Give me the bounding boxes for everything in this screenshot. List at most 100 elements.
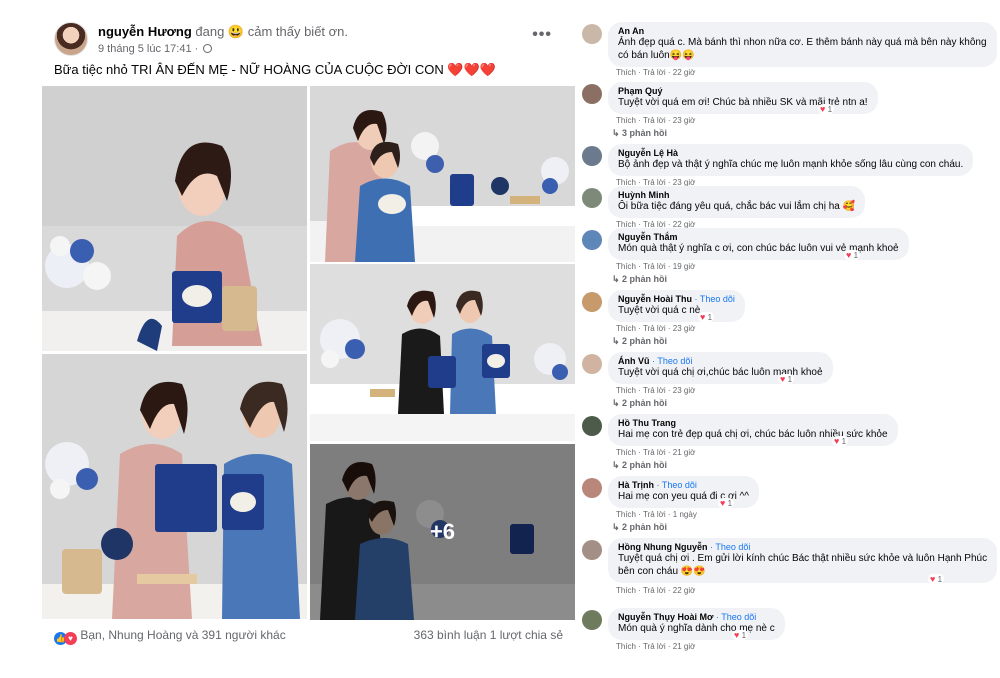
photo-mother-and-daughter-at-table [310, 264, 575, 441]
globe-icon [203, 44, 213, 53]
comment-text-line: Tuyệt quá chị ơi . Em gửi lời kính chúc … [618, 553, 988, 564]
commenter-name[interactable]: Nguyễn Thụy Hoài Mơ · Theo dõi [618, 612, 775, 622]
view-replies-link[interactable]: ↳ 2 phản hồi [612, 274, 667, 285]
post-text: Bữa tiệc nhỏ TRI ÂN ĐẾN MẸ - NỮ HOÀNG CỦ… [54, 62, 496, 78]
more-options-button[interactable]: ••• [532, 26, 552, 44]
comment-actions[interactable]: Thích · Trả lời · 1 ngày [616, 510, 697, 519]
commenter-avatar[interactable] [582, 84, 602, 104]
comment-text-line: Ảnh đẹp quá c. Mà bánh thì nhon nữa cơ. … [618, 37, 987, 48]
love-icon: ♥ [720, 498, 726, 508]
comment-reaction[interactable]: ♥ 1 [832, 436, 849, 446]
comment-reaction[interactable]: ♥ 1 [732, 630, 749, 640]
comment-text-line: Ôi bữa tiệc đáng yêu quá, chắc bác vui l… [618, 201, 856, 212]
photo-woman-standing-with-gift [42, 86, 307, 351]
comment-bubble: An An Ảnh đẹp quá c. Mà bánh thì nhon nữ… [608, 22, 997, 67]
comment-share-stats[interactable]: 363 bình luận 1 lượt chia sẻ [414, 628, 563, 642]
photo-mother-seated-daughter-standing [310, 86, 575, 262]
comment-reaction[interactable]: ♥ 1 [698, 312, 715, 322]
comment-bubble: Nguyễn Hoài Thu · Theo dõi Tuyệt vời quá… [608, 290, 745, 322]
comment-actions[interactable]: Thích · Trả lời · 21 giờ [616, 642, 695, 651]
commenter-avatar[interactable] [582, 478, 602, 498]
comment-actions[interactable]: Thích · Trả lời · 19 giờ [616, 262, 695, 271]
post-photo-1[interactable] [42, 86, 307, 351]
commenter-name[interactable]: Nguyễn Hoài Thu · Theo dõi [618, 294, 735, 304]
love-icon: ♥ [820, 104, 826, 114]
post-photo-4[interactable] [42, 354, 307, 619]
comment-bubble: Hà Trịnh · Theo dõi Hai mẹ con yeu quá đ… [608, 476, 760, 508]
reactions-summary[interactable]: 👍 ♥ Bạn, Nhung Hoàng và 391 người khác [54, 628, 286, 645]
comment-reaction[interactable]: ♥ 1 [778, 374, 795, 384]
commenter-avatar[interactable] [582, 416, 602, 436]
comment-actions[interactable]: Thích · Trả lời · 21 giờ [616, 448, 695, 457]
facebook-post: nguyễn Hương đang 😃 cảm thấy biết ơn. 9 … [42, 14, 575, 654]
commenter-avatar[interactable] [582, 24, 602, 44]
commenter-name[interactable]: Nguyễn Lệ Hà [618, 148, 963, 158]
author-line: nguyễn Hương đang 😃 cảm thấy biết ơn. [98, 24, 348, 40]
commenter-name[interactable]: Phạm Quý [618, 86, 868, 96]
view-replies-link[interactable]: ↳ 2 phản hồi [612, 398, 667, 409]
comment-bubble: Nguyễn Lệ Hà Bộ ảnh đẹp và thật ý nghĩa … [608, 144, 974, 176]
comment-bubble: Nguyễn Thắm Món quà thật ý nghĩa c ơi, c… [608, 228, 909, 260]
commenter-avatar[interactable] [582, 230, 602, 250]
love-icon: ♥ [930, 574, 936, 584]
commenter-name[interactable]: Ánh Vũ · Theo dõi [618, 356, 823, 366]
commenter-name[interactable]: Nguyễn Thắm [618, 232, 899, 242]
commenter-avatar[interactable] [582, 540, 602, 560]
comment-actions[interactable]: Thích · Trả lời · 23 giờ [616, 324, 695, 333]
more-photos-overlay[interactable]: +6 [310, 444, 575, 620]
comment-text-line: Tuyệt vời quá c nè [618, 305, 701, 316]
commenter-avatar[interactable] [582, 188, 602, 208]
commenter-avatar[interactable] [582, 292, 602, 312]
view-replies-link[interactable]: ↳ 2 phản hồi [612, 336, 667, 347]
commenter-avatar[interactable] [582, 354, 602, 374]
comment-bubble: Hồ Thu Trang Hai mẹ con trẻ đẹp quá chị … [608, 414, 898, 446]
comment-text-line: Món quà ý nghĩa dành cho mẹ nè c [618, 623, 775, 634]
comment-actions[interactable]: Thích · Trả lời · 22 giờ [616, 586, 695, 595]
post-photo-5[interactable]: +6 [310, 444, 575, 620]
reactions-text: Bạn, Nhung Hoàng và 391 người khác [80, 628, 286, 642]
love-icon: ♥ [734, 630, 740, 640]
commenter-name[interactable]: Hà Trịnh · Theo dõi [618, 480, 749, 490]
love-icon: ♥ [834, 436, 840, 446]
comment-reaction[interactable]: ♥ 1 [844, 250, 861, 260]
commenter-name[interactable]: Huỳnh Minh [618, 190, 855, 200]
author-avatar[interactable] [54, 22, 88, 56]
comment-actions[interactable]: Thích · Trả lời · 22 giờ [616, 68, 695, 77]
post-timestamp[interactable]: 9 tháng 5 lúc 17:41 · [98, 43, 198, 55]
post-photo-3[interactable] [310, 264, 575, 441]
comment-bubble: Nguyễn Thụy Hoài Mơ · Theo dõi Món quà ý… [608, 608, 785, 640]
post-meta: 9 tháng 5 lúc 17:41 · [98, 43, 213, 55]
commenter-avatar[interactable] [582, 146, 602, 166]
comment-bubble: Phạm Quý Tuyệt vời quá em ơi! Chúc bà nh… [608, 82, 878, 114]
comment-reaction[interactable]: ♥ 1 [718, 498, 735, 508]
comment-bubble: Ánh Vũ · Theo dõi Tuyệt vời quá chị ơi,c… [608, 352, 833, 384]
comment-actions[interactable]: Thích · Trả lời · 23 giờ [616, 386, 695, 395]
comment-actions[interactable]: Thích · Trả lời · 23 giờ [616, 116, 695, 125]
comment-reaction[interactable]: ♥ 1 [928, 574, 945, 584]
heart-emoji: ❤️❤️❤️ [447, 62, 496, 77]
more-photos-count: +6 [429, 519, 456, 544]
love-icon: ♥ [846, 250, 852, 260]
post-photo-2[interactable] [310, 86, 575, 262]
comment-reaction[interactable]: ♥ 1 [818, 104, 835, 114]
photo-mother-and-daughter-with-gifts [42, 354, 307, 619]
love-icon: ♥ [700, 312, 706, 322]
comment-text-line: Bộ ảnh đẹp và thật ý nghĩa chúc mẹ luôn … [618, 159, 964, 170]
feeling-text: đang 😃 cảm thấy biết ơn. [195, 24, 349, 39]
comment-text-line: có bán luôn😝😝 [618, 50, 695, 61]
author-name[interactable]: nguyễn Hương [98, 24, 192, 39]
post-caption: Bữa tiệc nhỏ TRI ÂN ĐẾN MẸ - NỮ HOÀNG CỦ… [54, 62, 444, 77]
view-replies-link[interactable]: ↳ 3 phản hồi [612, 128, 667, 139]
comment-bubble: Huỳnh Minh Ôi bữa tiệc đáng yêu quá, chắ… [608, 186, 866, 218]
page: nguyễn Hương đang 😃 cảm thấy biết ơn. 9 … [0, 0, 1000, 678]
view-replies-link[interactable]: ↳ 2 phản hồi [612, 460, 667, 471]
commenter-name[interactable]: Hồ Thu Trang [618, 418, 888, 428]
view-replies-link[interactable]: ↳ 2 phản hồi [612, 522, 667, 533]
commenter-name[interactable]: An An [618, 26, 987, 36]
post-header: nguyễn Hương đang 😃 cảm thấy biết ơn. 9 … [54, 22, 564, 62]
love-icon: ♥ [64, 632, 77, 645]
love-icon: ♥ [780, 374, 786, 384]
comments-list: An An Ảnh đẹp quá c. Mà bánh thì nhon nữ… [582, 22, 998, 662]
commenter-name[interactable]: Hồng Nhung Nguyễn · Theo dõi [618, 542, 987, 552]
commenter-avatar[interactable] [582, 610, 602, 630]
